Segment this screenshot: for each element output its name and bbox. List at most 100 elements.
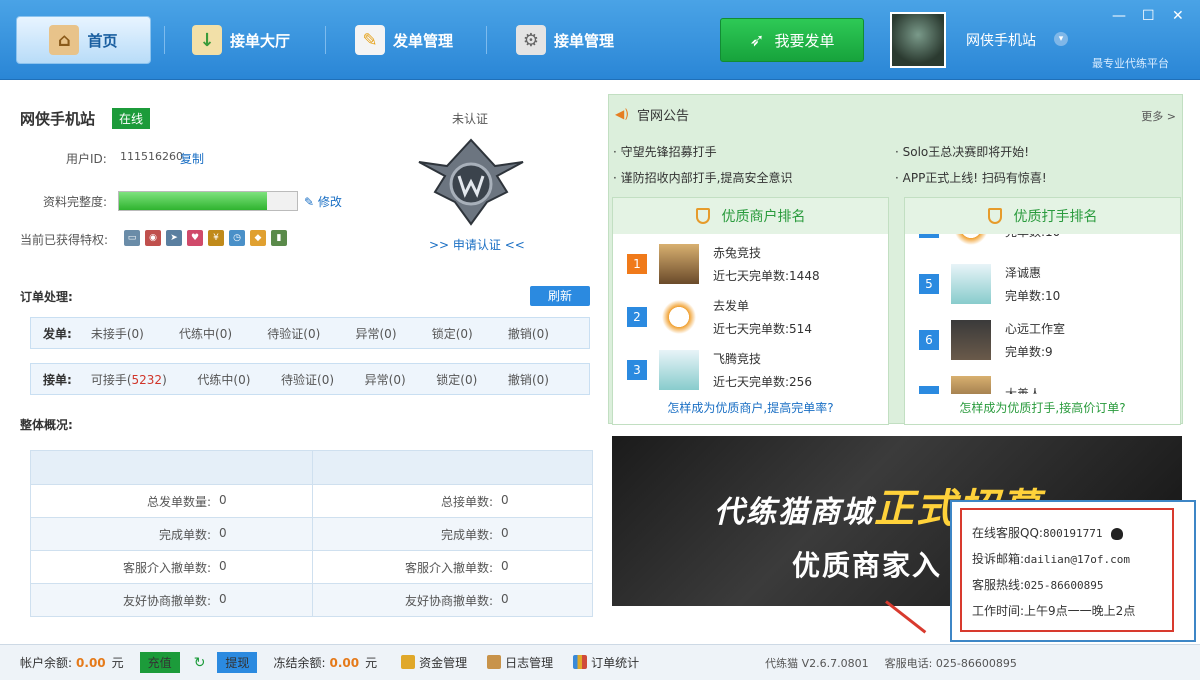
email-value[interactable]: dailian@17of.com xyxy=(1024,553,1130,566)
log-mgmt-link[interactable]: 日志管理 xyxy=(487,654,553,671)
order-stats-link[interactable]: 订单统计 xyxy=(573,654,639,671)
overview-cell: 友好协商撤单数: 0 xyxy=(313,592,592,609)
list-item[interactable]: 5 泽诚惠 完单数:10 xyxy=(919,264,1060,304)
rank-avatar xyxy=(951,320,991,360)
overview-key: 完成单数: xyxy=(158,527,211,542)
table-cell: 客服介入撤单数: 0 xyxy=(312,550,593,584)
copy-link[interactable]: 复制 xyxy=(180,150,204,167)
fund-mgmt-link[interactable]: 资金管理 xyxy=(401,654,467,671)
minimize-icon[interactable]: — xyxy=(1112,8,1126,24)
list-item[interactable]: 大善人 xyxy=(919,376,1041,394)
edit-profile-link[interactable]: ✎ 修改 xyxy=(304,193,342,210)
gear-document-icon: ⚙ xyxy=(516,25,546,55)
user-id-label: 用户ID: xyxy=(66,152,107,166)
publish-order-label: 我要发单 xyxy=(774,31,835,50)
chevron-down-icon[interactable]: ▾ xyxy=(1054,32,1068,46)
user-avatar[interactable] xyxy=(890,12,946,68)
rank-avatar xyxy=(951,234,991,248)
table-cell: 完成单数: 0 xyxy=(30,517,313,551)
coins-icon xyxy=(401,655,416,669)
publish-order-button[interactable]: ➶ 我要发单 xyxy=(720,18,864,62)
close-icon[interactable]: ✕ xyxy=(1172,8,1184,24)
status-count: 0 xyxy=(131,326,140,341)
rank-avatar xyxy=(659,244,699,284)
refresh-icon[interactable]: ↻ xyxy=(194,655,206,671)
overview-cell: 总发单数量: 0 xyxy=(31,493,312,510)
publish-status-item[interactable]: 异常(0) xyxy=(355,325,396,342)
status-count: 0 xyxy=(460,326,469,341)
list-item[interactable]: 完单数:10 xyxy=(919,234,1060,248)
player-help-link[interactable]: 怎样成为优质打手,接高价订单? xyxy=(905,399,1180,416)
clipboard-download-icon: ↓ xyxy=(192,25,222,55)
publish-status-item[interactable]: 锁定(0) xyxy=(432,325,473,342)
overview-value: 0 xyxy=(501,591,509,606)
refresh-button[interactable]: 刷新 xyxy=(530,286,590,306)
nav-accept-mgmt-label: 接单管理 xyxy=(554,31,615,50)
table-row: 友好协商撤单数: 0 友好协商撤单数: 0 xyxy=(30,583,593,617)
rank-number xyxy=(919,234,939,238)
contact-hours: 工作时间:上午9点一一晚上2点 xyxy=(972,602,1172,619)
qq-value[interactable]: 800191771 xyxy=(1043,527,1103,540)
banner-subline: 优质商家入 xyxy=(792,549,943,582)
service-phone: 客服电话: 025-86600895 xyxy=(884,656,1017,670)
accept-status-item[interactable]: 可接手(5232) xyxy=(91,371,167,388)
recharge-button[interactable]: 充值 xyxy=(139,652,180,673)
paren: ) xyxy=(139,326,144,341)
balance-unit: 元 xyxy=(111,656,124,670)
status-name: 代练中 xyxy=(197,372,234,387)
publish-status-item[interactable]: 撤销(0) xyxy=(508,325,549,342)
status-count: 0 xyxy=(384,326,392,341)
accept-status-item[interactable]: 撤销(0) xyxy=(508,371,549,388)
overview-cell: 友好协商撤单数: 0 xyxy=(31,592,312,609)
paren: ) xyxy=(391,326,397,341)
contact-phone: 客服热线:025-86600895 xyxy=(972,576,1172,593)
shop-name: 网侠手机站 xyxy=(20,110,96,128)
qq-penguin-icon[interactable] xyxy=(1110,527,1123,540)
announcement-item[interactable]: · APP正式上线! 扫码有惊喜! xyxy=(895,169,1047,186)
progress-fill xyxy=(119,192,267,210)
list-item[interactable]: 1 赤兔竞技 近七天完单数:1448 xyxy=(627,244,820,284)
announcement-item[interactable]: · 守望先锋招募打手 xyxy=(613,143,717,160)
nav-lobby-button[interactable]: ↓ 接单大厅 xyxy=(192,16,290,64)
nav-accept-mgmt-button[interactable]: ⚙ 接单管理 xyxy=(516,16,614,64)
accept-status-item[interactable]: 异常(0) xyxy=(365,371,406,388)
nav-home-button[interactable]: ⌂ 首页 xyxy=(16,16,151,64)
paren: ) xyxy=(227,326,233,341)
publish-status-item[interactable]: 未接手(0) xyxy=(91,325,144,342)
rank-text: 飞腾竞技 近七天完单数:256 xyxy=(713,350,812,390)
publish-status-item[interactable]: 代练中(0) xyxy=(179,325,232,342)
rank-count: 近七天完单数:1448 xyxy=(713,269,820,283)
accept-status-item[interactable]: 锁定(0) xyxy=(436,371,477,388)
announcement-item[interactable]: · Solo王总决赛即将开始! xyxy=(895,143,1029,160)
rank-count: 完单数:10 xyxy=(1005,234,1060,240)
app-version: 代练猫 V2.6.7.0801 xyxy=(765,656,869,670)
list-item[interactable]: 2 去发单 近七天完单数:514 xyxy=(627,297,812,337)
list-item[interactable]: 6 心远工作室 完单数:9 xyxy=(919,320,1065,360)
nav-home-label: 首页 xyxy=(87,31,118,50)
accept-status-item[interactable]: 待验证(0) xyxy=(281,371,334,388)
list-item[interactable]: 3 飞腾竞技 近七天完单数:256 xyxy=(627,350,812,390)
paren: ) xyxy=(468,326,473,341)
edit-label: 修改 xyxy=(317,195,342,209)
person-icon: ◉ xyxy=(145,230,161,246)
email-label: 投诉邮箱: xyxy=(972,552,1025,566)
apply-certification-link[interactable]: >> 申请认证 << xyxy=(429,236,525,253)
publish-status-item[interactable]: 待验证(0) xyxy=(267,325,320,342)
contact-info-popup: 在线客服QQ:800191771 投诉邮箱:dailian@17of.com 客… xyxy=(950,500,1196,642)
heart-icon: ♥ xyxy=(187,230,203,246)
nav-publish-mgmt-button[interactable]: ✎ 发单管理 xyxy=(355,16,453,64)
withdraw-button[interactable]: 提现 xyxy=(217,652,258,673)
player-list[interactable]: 完单数:10 5泽诚惠完单数:10 6心远工作室完单数:9 大善人 xyxy=(905,234,1180,394)
overview-value: 0 xyxy=(219,591,227,606)
more-link[interactable]: 更多 > xyxy=(1141,108,1176,124)
overview-section-title: 整体概况: xyxy=(20,418,73,432)
merchant-help-link[interactable]: 怎样成为优质商户,提高完单率? xyxy=(613,399,888,416)
table-cell: 总发单数量: 0 xyxy=(30,484,313,518)
username[interactable]: 网侠手机站 xyxy=(966,30,1036,50)
balance-label: 帐户余额: xyxy=(20,656,73,670)
accept-status-item[interactable]: 代练中(0) xyxy=(197,371,250,388)
rank-text: 赤兔竞技 近七天完单数:1448 xyxy=(713,244,820,284)
maximize-icon[interactable]: ☐ xyxy=(1142,8,1155,24)
announcement-item[interactable]: · 谨防招收内部打手,提高安全意识 xyxy=(613,169,792,186)
overview-cell: 客服介入撤单数: 0 xyxy=(31,559,312,576)
